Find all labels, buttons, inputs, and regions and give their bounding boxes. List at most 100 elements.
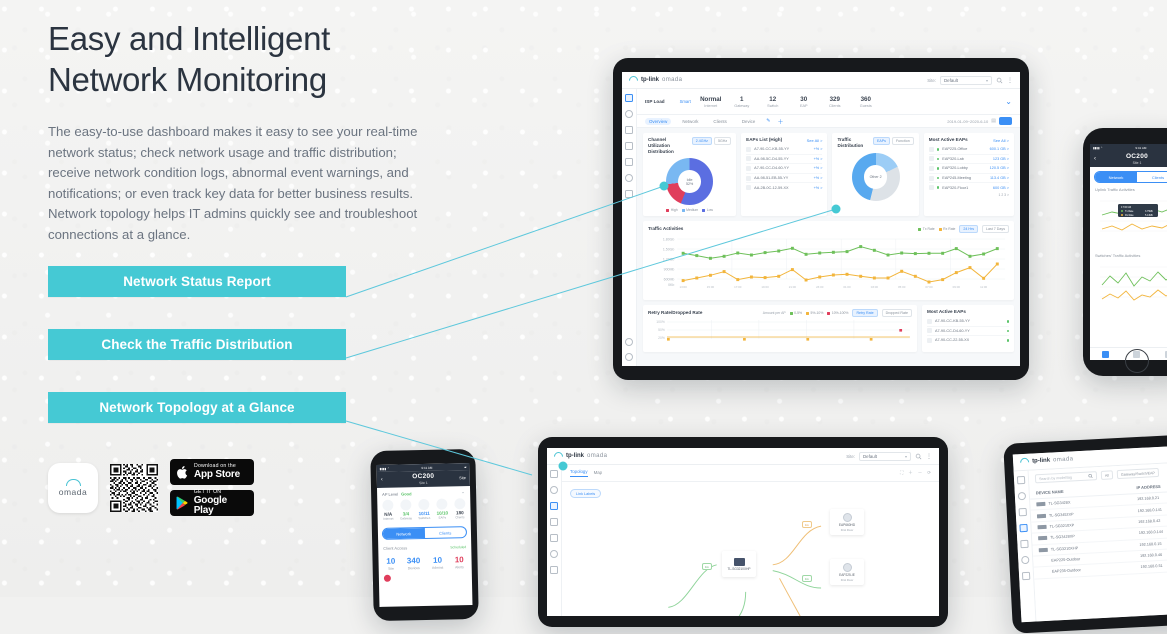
- sidebar-item-insight-devices[interactable]: [1021, 555, 1030, 565]
- home-button[interactable]: [1125, 349, 1149, 373]
- list-item: A7-90-CC-D4-60-YY: [927, 327, 1009, 337]
- sidebar-item-settings-topology[interactable]: [550, 566, 558, 574]
- add-tab-icon[interactable]: ＋: [777, 117, 783, 126]
- list-item: A7-90-CC-22-55-XX: [927, 336, 1009, 345]
- fullscreen-icon[interactable]: ⛶: [900, 470, 903, 476]
- network-status-report-button[interactable]: Network Status Report: [48, 266, 346, 297]
- network-topology-button[interactable]: Network Topology at a Glance: [48, 392, 346, 423]
- site-select-topology[interactable]: Default ▾: [859, 451, 911, 461]
- traffic-activities-legend: Tx Rate Rx Rate 24 Hrs Last 7 Days: [918, 225, 1009, 233]
- omada-logo-text: omada: [58, 486, 88, 497]
- icon-stat-gateway: 3/4 Gateway: [400, 499, 412, 521]
- sidebar-item-map[interactable]: [625, 126, 633, 134]
- zoom-in-icon[interactable]: ＋: [908, 470, 913, 476]
- more-menu-icon-topology[interactable]: ⋮: [926, 453, 932, 460]
- tab-clients[interactable]: Clients: [709, 118, 730, 125]
- site-menu-button[interactable]: Site: [459, 476, 466, 480]
- controller-name: ISP Load: [645, 99, 665, 104]
- segment-clients[interactable]: Clients: [1137, 172, 1167, 182]
- search-placeholder: Search by model/tag: [1038, 474, 1073, 481]
- chevron-down-icon-topology: ▾: [904, 453, 907, 459]
- eaps-list-see-all[interactable]: See All >: [807, 138, 823, 143]
- tab-overview[interactable]: Overview: [645, 117, 672, 125]
- tab-topology[interactable]: Topology: [570, 469, 588, 477]
- sidebar-item-map-devices[interactable]: [1018, 507, 1027, 517]
- expand-chevron-icon[interactable]: ⌄: [1005, 97, 1012, 106]
- check-traffic-distribution-button[interactable]: Check the Traffic Distribution: [48, 329, 346, 360]
- back-icon[interactable]: ‹: [1094, 156, 1096, 162]
- segment-network[interactable]: Network: [1095, 172, 1137, 182]
- sidebar-item-clients-topology[interactable]: [550, 534, 558, 542]
- most-active-eaps-card: Most Active EAPs See All > EAP225-Office…: [923, 133, 1014, 216]
- more-menu-icon[interactable]: ⋮: [1007, 77, 1013, 84]
- function-pill[interactable]: Function: [891, 137, 914, 145]
- sidebar-item-map-topology[interactable]: [550, 502, 558, 510]
- pagination[interactable]: 1 2 3 >: [929, 193, 1009, 197]
- tab-map[interactable]: Map: [594, 470, 603, 475]
- traffic-dist-title: Traffic Distribution: [837, 137, 864, 148]
- tab-settings[interactable]: [1153, 348, 1167, 360]
- stat-devices: 340 Devices: [406, 556, 421, 571]
- globe-icon: [382, 499, 394, 511]
- most-active-see-all[interactable]: See All >: [993, 138, 1009, 143]
- edit-icon[interactable]: ✎: [766, 118, 770, 124]
- google-play-button[interactable]: GET IT ON Google Play: [170, 489, 254, 516]
- refresh-button[interactable]: [999, 117, 1012, 125]
- sidebar-item-settings[interactable]: [625, 190, 633, 198]
- band-5-pill[interactable]: 5GHz: [713, 137, 732, 145]
- band-24-pill[interactable]: 2.4GHz: [691, 137, 712, 145]
- zoom-out-icon[interactable]: －: [918, 470, 923, 476]
- svg-text:1.80Gb: 1.80Gb: [663, 237, 675, 241]
- column-ip-address[interactable]: IP ADDRESS: [1136, 481, 1167, 490]
- search-icon-topology[interactable]: [915, 453, 922, 460]
- range-7d-pill[interactable]: Last 7 Days: [982, 225, 1009, 233]
- filter-chip-all[interactable]: All: [1100, 470, 1114, 480]
- sidebar-item-settings-devices[interactable]: [1021, 571, 1031, 581]
- eaps-pill[interactable]: EAPs: [872, 137, 890, 145]
- date-range[interactable]: 2019-01-09~2020-6-10: [947, 119, 988, 124]
- range-24h-pill[interactable]: 24 Hrs: [959, 225, 979, 233]
- sidebar-item-statistics[interactable]: [625, 110, 633, 118]
- svg-text:17:00: 17:00: [734, 285, 742, 289]
- table-body: TL-SG3428X 192.168.0.21 TL-SG3452XP 192.16…: [1030, 489, 1167, 580]
- tab-network[interactable]: Network: [678, 118, 702, 125]
- phone-title: OC200: [1125, 153, 1149, 161]
- sidebar-item-devices-topology[interactable]: [550, 518, 558, 526]
- sidebar-item-account[interactable]: [625, 338, 633, 346]
- tab-device[interactable]: Device: [738, 118, 759, 125]
- sidebar-item-statistics-devices[interactable]: [1017, 491, 1027, 501]
- sidebar-item-dashboard-topology[interactable]: [550, 470, 558, 478]
- sidebar-item-insight[interactable]: [625, 174, 633, 182]
- topology-node-ap1[interactable]: EAP660HD First Floor: [830, 509, 864, 535]
- sidebar-item-insight-topology[interactable]: [550, 550, 558, 558]
- search-icon[interactable]: [996, 77, 1003, 84]
- filter-chip-type[interactable]: Gateway/Switch/EAP: [1116, 467, 1160, 480]
- dropped-rate-pill[interactable]: Dropped Rate: [881, 309, 912, 317]
- segment-network-left[interactable]: Network: [382, 528, 425, 539]
- refresh-icon[interactable]: ⟳: [927, 470, 931, 476]
- sidebar-item-clients-devices[interactable]: [1020, 539, 1029, 549]
- back-icon-left[interactable]: ‹: [381, 477, 383, 483]
- sidebar-item-dashboard-devices[interactable]: [1016, 475, 1026, 485]
- sidebar-item-devices[interactable]: [625, 142, 633, 150]
- collapse-icon[interactable]: ⌄: [461, 489, 465, 495]
- tab-statistics[interactable]: [1090, 348, 1121, 360]
- sidebar-item-devices-devices[interactable]: [1019, 523, 1028, 533]
- calendar-icon[interactable]: ▤: [991, 118, 996, 124]
- controller-sub[interactable]: Smart: [680, 99, 691, 104]
- sidebar-item-help[interactable]: [625, 353, 633, 361]
- topology-node-ap2[interactable]: EAP225-IE First Floor: [830, 559, 864, 585]
- retry-rate-chart: 100% 50% 20%: [656, 320, 910, 341]
- segment-clients-left[interactable]: Clients: [424, 527, 466, 538]
- sidebar-item-statistics-topology[interactable]: [550, 486, 558, 494]
- svg-text:05:00: 05:00: [898, 285, 906, 289]
- sidebar-item-dashboard[interactable]: [625, 94, 633, 102]
- topology-node-switch[interactable]: TL-SG3210XHP: [722, 551, 756, 577]
- app-store-button[interactable]: Download on the App Store: [170, 459, 254, 485]
- search-input[interactable]: Search by model/tag: [1034, 471, 1098, 484]
- site-select[interactable]: Default ▾: [940, 75, 992, 85]
- sidebar-item-clients[interactable]: [625, 158, 633, 166]
- traffic-activities-chart: 1.80Gb1.50Gb 1.20Gb900Mb 600Mb0Kb 13:00 …: [663, 237, 1006, 289]
- column-device-name[interactable]: DEVICE NAME: [1036, 485, 1137, 495]
- retry-rate-pill[interactable]: Retry Rate: [852, 309, 878, 317]
